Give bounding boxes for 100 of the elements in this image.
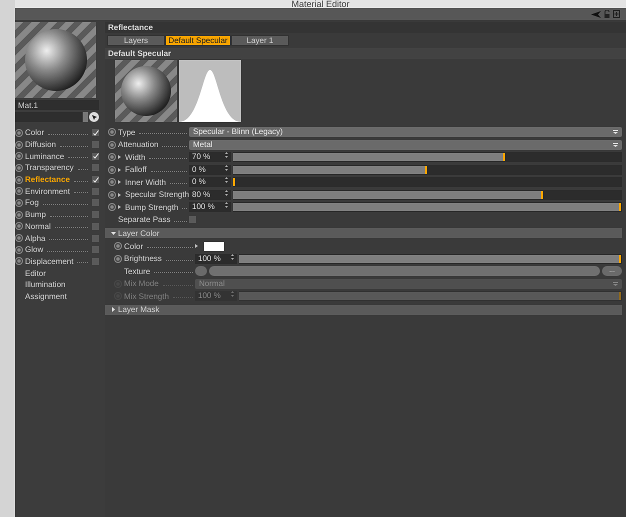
slider-track[interactable] [233,190,622,200]
channel-item[interactable]: Alpha [15,232,99,244]
expand-triangle-icon[interactable] [118,205,121,210]
dropdown-field[interactable]: Metal [189,140,622,150]
texture-menu-button[interactable] [195,266,207,276]
channel-label: Transparency [25,163,74,172]
param-label: Type [118,128,136,137]
channel-item[interactable]: Reflectance [15,174,99,186]
channel-checkbox[interactable] [92,188,99,195]
channel-item[interactable]: Diffusion [15,138,99,150]
color-swatch[interactable] [204,242,224,251]
section-header[interactable]: Layer Color [105,228,622,238]
value-field[interactable]: 80 % [189,190,231,200]
param-label: Falloff [125,165,147,174]
spinner-arrows-icon [225,202,228,208]
section-header[interactable]: Layer Mask [105,304,622,314]
checkmark-icon [92,153,98,160]
expand-triangle-icon[interactable] [118,192,121,197]
channel-label: Alpha [25,234,46,243]
value-field[interactable]: 0 % [189,177,231,188]
leader-line [54,224,88,228]
search-field[interactable] [15,112,82,122]
layer-tab[interactable]: Layers [107,35,165,46]
sphere-drawing [121,66,171,116]
spinner-arrows-icon [225,190,228,196]
param-label: Inner Width [125,178,166,187]
channel-checkbox[interactable] [92,176,99,184]
new-window-icon[interactable] [613,10,620,18]
slider-track[interactable] [233,152,622,162]
lock-icon[interactable] [604,10,610,18]
channel-label: Luminance [25,152,64,161]
param-label: Attenuation [118,140,158,150]
back-arrow-icon[interactable] [591,10,601,18]
value-field[interactable]: 70 % [189,152,231,162]
channel-checkbox[interactable] [92,129,99,136]
leader-line [154,269,193,274]
leader-line [74,189,88,194]
texture-field[interactable] [209,266,600,276]
param-label: Brightness [124,254,162,264]
panel-title: Reflectance [105,22,626,33]
channel-label: Environment [25,186,70,196]
value-field[interactable]: 100 % [189,202,231,212]
value-field[interactable]: 0 % [189,164,231,175]
dropdown-field[interactable]: Specular - Blinn (Legacy) [189,127,622,138]
checkmark-icon [92,130,98,136]
channel-checkbox[interactable] [92,234,99,242]
window-title: Material Editor [291,0,350,8]
channel-checkbox[interactable] [92,258,99,265]
channel-item[interactable]: Color [15,127,99,139]
layer-tab[interactable]: Default Specular [165,35,231,46]
channel-label: Fog [25,198,39,208]
channel-checkbox[interactable] [92,164,99,172]
channel-checkbox[interactable] [92,211,99,218]
material-name-field[interactable]: Mat.1 [15,100,99,110]
channel-item[interactable]: Assignment [15,290,99,302]
channel-item[interactable]: Transparency [15,162,99,174]
channel-item[interactable]: Fog [15,197,99,209]
leader-line [149,155,187,160]
channel-item[interactable]: Glow [15,244,99,256]
expand-triangle-icon[interactable] [195,244,198,248]
channel-checkbox[interactable] [92,199,99,206]
layer-tab[interactable]: Layer 1 [231,35,289,46]
leader-line [147,244,193,248]
dropdown-arrow-icon [613,130,618,134]
channel-item[interactable]: Displacement [15,256,99,268]
expand-triangle-icon[interactable] [118,155,121,160]
expand-triangle-icon[interactable] [118,168,121,172]
param-label: Bump Strength [125,202,178,212]
pointer-icon[interactable] [89,112,99,122]
leader-line [182,205,187,210]
channel-item[interactable]: Luminance [15,150,99,162]
channel-item[interactable]: Illumination [15,278,99,291]
checkbox[interactable] [189,216,196,224]
channel-checkbox[interactable] [92,152,99,160]
channel-item[interactable]: Bump [15,208,99,220]
channel-checkbox[interactable] [92,141,99,148]
expand-triangle-icon[interactable] [118,180,121,184]
dropdown-arrow-icon [613,282,618,286]
channel-label: Color [25,128,44,138]
value-field[interactable]: 100 % [195,254,237,264]
channel-label: Assignment [24,292,67,301]
channel-label: Normal [25,222,51,231]
channel-label: Diffusion [25,140,56,150]
channel-checkbox[interactable] [92,222,99,230]
spinner-arrows-icon [225,164,228,171]
slider-track[interactable] [233,177,622,188]
channel-item[interactable]: Environment [15,185,99,198]
leader-line [77,259,88,264]
spinner-arrows-icon [231,254,234,260]
channel-item[interactable]: Editor [15,267,99,279]
spinner-arrows-icon [225,177,228,184]
section-title: Layer Color [118,228,160,238]
leader-line [172,294,193,298]
slider-track[interactable] [233,164,622,175]
channel-label: Reflectance [25,175,70,184]
channel-item[interactable]: Normal [15,220,99,232]
channel-label: Displacement [25,256,74,266]
collapse-triangle-icon [111,230,116,236]
channel-checkbox[interactable] [92,246,99,254]
param-label: Color [124,242,144,251]
